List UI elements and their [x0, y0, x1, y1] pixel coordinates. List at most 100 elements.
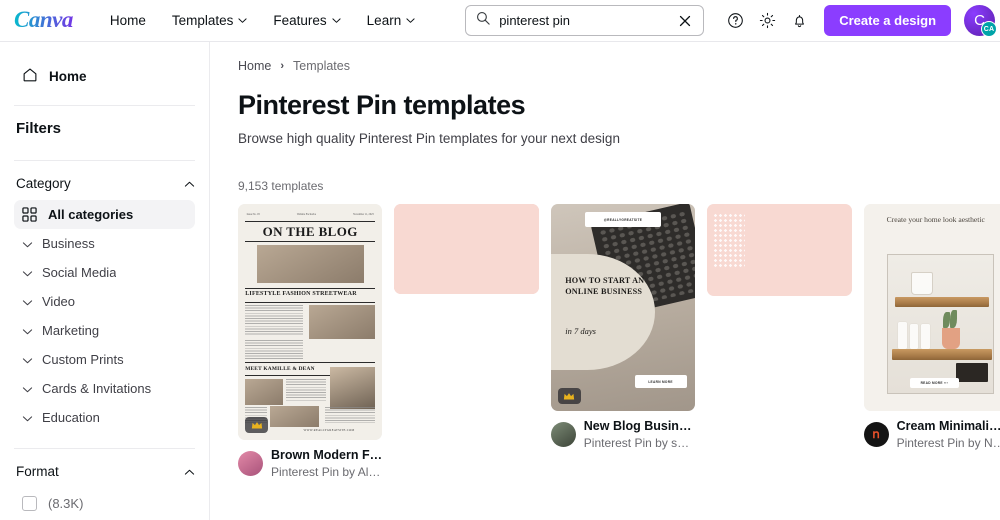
- template-card[interactable]: [707, 204, 852, 296]
- pro-crown-icon: [557, 388, 581, 404]
- header-actions: [720, 6, 814, 36]
- search-input[interactable]: [499, 13, 676, 28]
- template-thumbnail[interactable]: [394, 204, 539, 294]
- laptop-artwork: @REALLYGREATSITE HOW TO START AN ONLINE …: [550, 204, 696, 411]
- nav-item-templates[interactable]: Templates: [161, 6, 259, 35]
- breadcrumb-item-home[interactable]: Home: [238, 59, 271, 73]
- sidebar-item-custom-prints[interactable]: Custom Prints: [14, 345, 195, 374]
- author-avatar[interactable]: ո: [863, 422, 889, 447]
- newspaper-section-1: LIFESTYLE FASHION STREETWEAR: [245, 291, 357, 298]
- chevron-down-icon: [22, 384, 33, 393]
- chevron-down-icon: [22, 355, 33, 364]
- template-meta: New Blog Busines… Pinterest Pin by suba…: [550, 419, 695, 450]
- laptop-italic: in 7 days: [565, 326, 596, 337]
- sidebar-item-label: Social Media: [42, 265, 117, 280]
- result-count: 9,153 templates: [238, 179, 324, 193]
- shelf-heading: Create your home look aesthetic: [886, 215, 985, 225]
- nav-item-label: Features: [273, 13, 327, 28]
- format-option-row[interactable]: (8.3K): [14, 488, 195, 519]
- issue-date: November 11, 2023: [353, 213, 374, 217]
- chevron-down-icon: [22, 326, 33, 335]
- canva-logo[interactable]: Canva: [10, 7, 79, 35]
- filters-sidebar: Home Filters Category All categories Bus…: [0, 42, 210, 520]
- sidebar-item-label: Custom Prints: [42, 352, 124, 367]
- primary-nav: Home Templates Features Learn: [99, 6, 426, 35]
- format-section-label: Format: [16, 464, 59, 479]
- pink-artwork: [394, 204, 539, 294]
- sidebar-item-marketing[interactable]: Marketing: [14, 316, 195, 345]
- template-card[interactable]: [394, 204, 539, 294]
- format-checkbox[interactable]: [22, 496, 37, 511]
- breadcrumb-separator: ›: [280, 60, 285, 72]
- read-more-tag: READ MORE ›››: [909, 377, 959, 389]
- account-avatar[interactable]: C CA: [964, 5, 998, 37]
- shelf-artwork: Create your home look aesthetic READ MOR…: [863, 204, 1000, 411]
- handle-tag: @REALLYGREATSITE: [585, 212, 661, 227]
- template-card[interactable]: @REALLYGREATSITE HOW TO START AN ONLINE …: [550, 204, 696, 450]
- filters-heading: Filters: [16, 120, 62, 137]
- nav-item-learn[interactable]: Learn: [356, 6, 427, 35]
- template-card[interactable]: Create your home look aesthetic READ MOR…: [863, 204, 1000, 450]
- help-icon[interactable]: [720, 6, 750, 36]
- chevron-down-icon: [238, 16, 247, 25]
- home-icon: [22, 67, 38, 86]
- sidebar-item-home[interactable]: Home: [14, 58, 195, 95]
- format-section-toggle[interactable]: Format: [14, 449, 195, 488]
- bell-icon[interactable]: [784, 6, 814, 36]
- sidebar-item-cards-invitations[interactable]: Cards & Invitations: [14, 374, 195, 403]
- page-subtitle: Browse high quality Pinterest Pin templa…: [238, 131, 620, 146]
- sidebar-item-all-categories[interactable]: All categories: [14, 200, 195, 229]
- template-title[interactable]: Brown Modern Fa…: [271, 448, 382, 462]
- sidebar-item-label: All categories: [48, 207, 134, 222]
- search-box[interactable]: [465, 5, 705, 36]
- template-title[interactable]: New Blog Busines…: [584, 419, 695, 433]
- template-thumbnail[interactable]: @REALLYGREATSITE HOW TO START AN ONLINE …: [550, 204, 696, 411]
- page-body: Home Filters Category All categories Bus…: [0, 42, 1000, 520]
- author-avatar[interactable]: [238, 451, 263, 476]
- author-avatar[interactable]: [550, 422, 576, 447]
- nav-item-label: Learn: [366, 13, 402, 28]
- clear-search-button[interactable]: [675, 11, 695, 31]
- nav-item-features[interactable]: Features: [262, 6, 351, 35]
- sidebar-item-label: Cards & Invitations: [42, 381, 152, 396]
- category-section-toggle[interactable]: Category: [14, 161, 195, 200]
- gear-icon[interactable]: [752, 6, 782, 36]
- chevron-up-icon: [184, 467, 195, 476]
- template-title[interactable]: Cream Minimalist …: [897, 419, 1000, 433]
- chevron-down-icon: [22, 268, 33, 277]
- chevron-down-icon: [332, 16, 341, 25]
- exclusive-label: Website Exclusive: [296, 213, 317, 217]
- newspaper-masthead: ON THE BLOG: [262, 224, 358, 240]
- template-thumbnail[interactable]: Create your home look aesthetic READ MOR…: [863, 204, 1000, 411]
- template-thumbnail[interactable]: [707, 204, 852, 296]
- sidebar-item-business[interactable]: Business: [14, 229, 195, 258]
- sidebar-item-label: Marketing: [42, 323, 100, 338]
- nav-item-label: Templates: [171, 13, 234, 28]
- avatar-badge: CA: [981, 21, 998, 37]
- main-content: Home › Templates Pinterest Pin templates…: [210, 42, 1000, 520]
- chevron-down-icon: [22, 239, 33, 248]
- chevron-down-icon: [406, 16, 415, 25]
- newspaper-dateline: Issue No. 03 Website Exclusive November …: [247, 213, 374, 216]
- laptop-heading: HOW TO START AN ONLINE BUSINESS: [565, 276, 645, 296]
- newspaper-footer-url: WWW.REALLYGREATSITE.COM: [303, 427, 355, 432]
- chevron-up-icon: [184, 179, 195, 188]
- template-meta: Brown Modern Fa… Pinterest Pin by Alissa…: [238, 448, 382, 479]
- nav-item-label: Home: [109, 13, 146, 28]
- sidebar-item-education[interactable]: Education: [14, 403, 195, 432]
- chevron-down-icon: [22, 297, 33, 306]
- sidebar-item-social-media[interactable]: Social Media: [14, 258, 195, 287]
- newspaper-artwork: Issue No. 03 Website Exclusive November …: [238, 204, 383, 440]
- template-card[interactable]: Issue No. 03 Website Exclusive November …: [238, 204, 383, 479]
- create-a-design-button[interactable]: Create a design: [824, 5, 952, 36]
- breadcrumb-item-templates[interactable]: Templates: [293, 59, 350, 73]
- template-author: Pinterest Pin by Nueb…: [896, 436, 1000, 450]
- search-icon: [476, 11, 490, 30]
- search-container: [465, 5, 705, 36]
- format-option-label: (8.3K): [48, 496, 84, 511]
- template-thumbnail[interactable]: Issue No. 03 Website Exclusive November …: [238, 204, 383, 440]
- sidebar-item-label: Business: [42, 236, 95, 251]
- nav-item-home[interactable]: Home: [99, 6, 157, 35]
- sidebar-item-video[interactable]: Video: [14, 287, 195, 316]
- sidebar-home-label: Home: [49, 69, 87, 84]
